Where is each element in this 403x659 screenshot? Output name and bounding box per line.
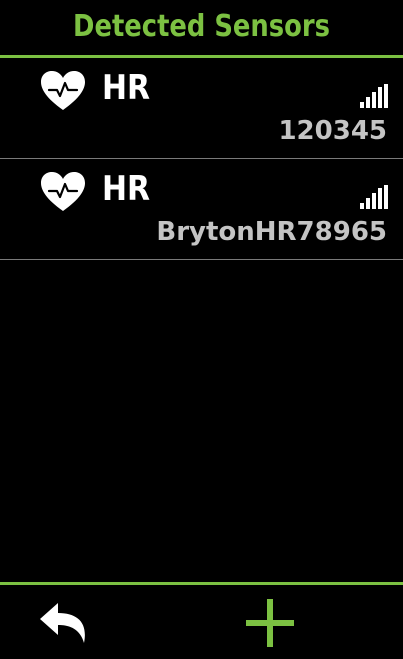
signal-strength-icon — [360, 84, 388, 108]
sensor-type-label: HR — [102, 68, 151, 108]
sensor-type-label: HR — [102, 169, 151, 209]
signal-strength-icon — [360, 185, 388, 209]
page-title: Detected Sensors — [73, 9, 330, 44]
plus-icon[interactable] — [240, 595, 300, 651]
back-arrow-icon[interactable] — [36, 597, 96, 649]
heart-rate-icon — [41, 71, 85, 110]
header-bar: Detected Sensors — [0, 0, 403, 58]
heart-rate-icon — [41, 172, 85, 211]
footer-bar — [0, 582, 403, 659]
detected-sensors-screen: Detected Sensors HR 120345 HR BrytonHR78… — [0, 0, 403, 659]
sensor-list-item[interactable]: HR BrytonHR78965 — [0, 159, 403, 260]
sensor-id-label: 120345 — [278, 116, 387, 146]
sensor-list-item[interactable]: HR 120345 — [0, 58, 403, 159]
sensor-id-label: BrytonHR78965 — [156, 217, 387, 247]
